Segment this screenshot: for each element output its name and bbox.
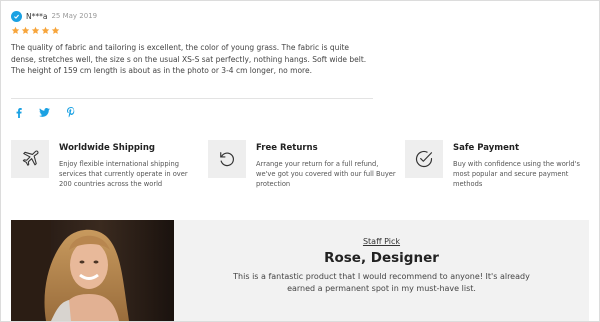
feature-description: Arrange your return for a full refund, w… xyxy=(256,160,396,188)
divider xyxy=(11,98,373,99)
staff-pick-content: Staff Pick Rose, Designer This is a fant… xyxy=(174,220,589,295)
feature-description: Enjoy flexible international shipping se… xyxy=(59,160,188,188)
review-text: The quality of fabric and tailoring is e… xyxy=(11,43,367,76)
star-icon xyxy=(41,26,50,34)
staff-pick-label[interactable]: Staff Pick xyxy=(174,237,589,246)
star-icon xyxy=(31,26,40,34)
feature-worldwide-shipping: Worldwide Shipping Enjoy flexible intern… xyxy=(11,140,199,189)
feature-title: Safe Payment xyxy=(453,143,520,153)
verified-check-icon xyxy=(11,10,22,22)
feature-description: Buy with confidence using the world's mo… xyxy=(453,160,580,188)
review: N***a 25 May 2019 The quality of fabric … xyxy=(11,10,373,77)
review-header: N***a 25 May 2019 xyxy=(11,10,373,22)
check-circle-icon xyxy=(405,140,443,178)
facebook-icon[interactable] xyxy=(13,107,24,118)
reviewer-name: N***a xyxy=(26,11,48,21)
pinterest-icon[interactable] xyxy=(65,107,76,118)
staff-pick-quote: This is a fantastic product that I would… xyxy=(233,272,530,293)
review-panel: N***a 25 May 2019 The quality of fabric … xyxy=(0,0,600,322)
staff-pick-banner: Staff Pick Rose, Designer This is a fant… xyxy=(11,220,589,321)
star-icon xyxy=(11,26,20,34)
return-arrow-icon xyxy=(208,140,246,178)
staff-pick-name: Rose, Designer xyxy=(324,250,439,266)
review-date: 25 May 2019 xyxy=(51,12,98,20)
star-rating xyxy=(11,26,373,36)
airplane-icon xyxy=(11,140,49,178)
twitter-icon[interactable] xyxy=(39,107,50,118)
feature-title: Free Returns xyxy=(256,143,318,153)
share-links xyxy=(13,107,76,118)
staff-photo xyxy=(11,220,174,321)
feature-title: Worldwide Shipping xyxy=(59,143,155,153)
feature-free-returns: Free Returns Arrange your return for a f… xyxy=(208,140,396,189)
star-icon xyxy=(51,26,60,34)
feature-safe-payment: Safe Payment Buy with confidence using t… xyxy=(405,140,593,189)
star-icon xyxy=(21,26,30,34)
